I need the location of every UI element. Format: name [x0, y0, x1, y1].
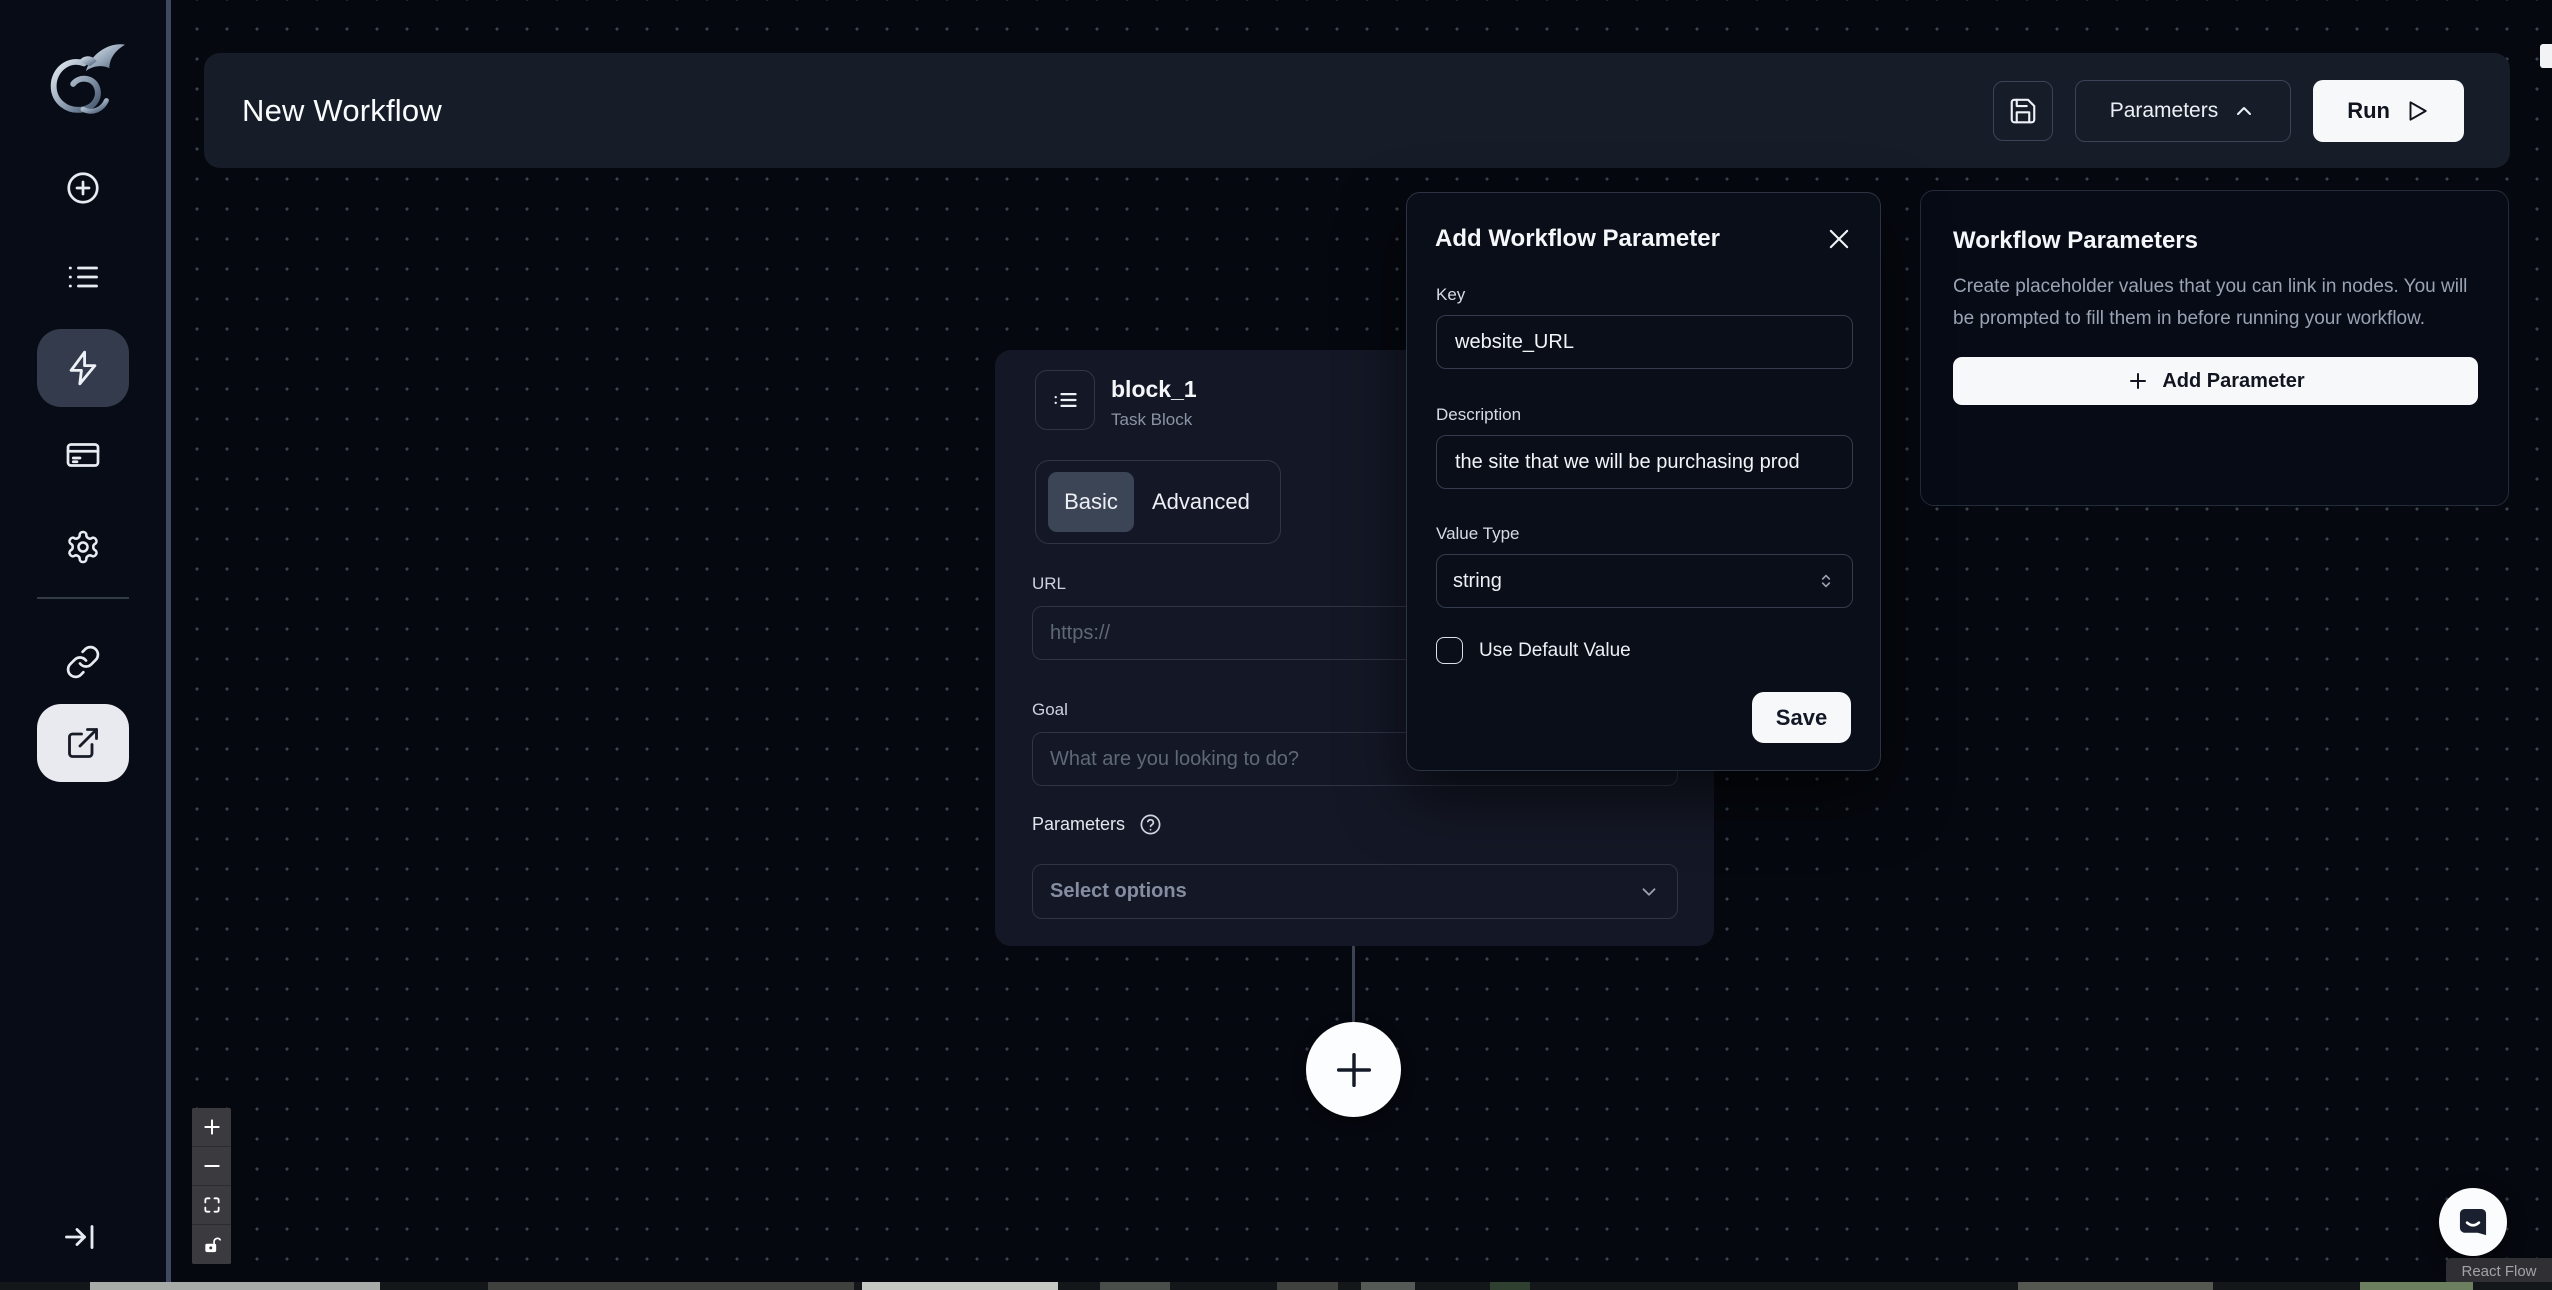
- tab-basic[interactable]: Basic: [1048, 472, 1134, 532]
- reactflow-attribution[interactable]: React Flow: [2446, 1258, 2552, 1284]
- canvas-controls: [192, 1108, 231, 1264]
- modal-title: Add Workflow Parameter: [1435, 225, 1720, 253]
- sidebar: [0, 0, 166, 1290]
- sidebar-edge-divider: [166, 0, 171, 1290]
- page-title: New Workflow: [242, 93, 442, 129]
- panel-title: Workflow Parameters: [1953, 227, 2476, 255]
- parameters-row: Parameters: [1032, 813, 1162, 836]
- sidebar-item-create[interactable]: [65, 170, 101, 206]
- workflow-parameters-panel: Workflow Parameters Create placeholder v…: [1920, 190, 2509, 506]
- tab-advanced[interactable]: Advanced: [1134, 472, 1268, 532]
- parameters-label: Parameters: [1032, 814, 1125, 835]
- node-edge: [1352, 944, 1355, 1024]
- block-tabs: Basic Advanced: [1035, 460, 1281, 544]
- add-parameter-button[interactable]: Add Parameter: [1953, 357, 2478, 405]
- gear-icon: [65, 529, 101, 565]
- key-label: Key: [1436, 285, 1465, 305]
- block-name: block_1: [1111, 376, 1197, 403]
- use-default-row: Use Default Value: [1436, 637, 1631, 664]
- block-type: Task Block: [1111, 410, 1192, 430]
- sidebar-item-share[interactable]: [37, 704, 129, 782]
- chevron-down-icon: [1638, 881, 1660, 903]
- chat-launcher[interactable]: [2439, 1188, 2507, 1256]
- save-icon: [2008, 96, 2038, 126]
- zoom-out-button[interactable]: [192, 1147, 231, 1186]
- bottom-edge-segment: [90, 1282, 380, 1290]
- plus-icon: [2126, 369, 2150, 393]
- skyvern-logo[interactable]: [32, 36, 132, 124]
- parameters-select-value: Select options: [1050, 880, 1187, 903]
- bottom-edge-segment: [1277, 1282, 1338, 1290]
- list-icon: [65, 259, 101, 295]
- sidebar-item-settings[interactable]: [65, 529, 101, 565]
- lightning-icon: [64, 349, 102, 387]
- bottom-edge-segment: [488, 1282, 854, 1290]
- parameters-button-label: Parameters: [2110, 99, 2219, 123]
- header-actions: Parameters Run: [1993, 53, 2464, 168]
- save-parameter-button[interactable]: Save: [1752, 692, 1851, 743]
- add-block-node[interactable]: [1306, 1022, 1401, 1117]
- screen-edge-artifact: [2540, 44, 2552, 68]
- description-label: Description: [1436, 405, 1521, 425]
- sidebar-item-workflows[interactable]: [37, 329, 129, 407]
- modal-close-button[interactable]: [1824, 225, 1854, 255]
- chat-bubble-icon: [2454, 1203, 2492, 1241]
- sidebar-item-billing[interactable]: [65, 437, 101, 473]
- plus-icon: [1331, 1047, 1377, 1093]
- use-default-label: Use Default Value: [1479, 640, 1631, 662]
- link-icon: [65, 644, 101, 680]
- window-bottom-edge: [0, 1282, 2552, 1290]
- description-input[interactable]: [1436, 435, 1853, 489]
- parameters-button[interactable]: Parameters: [2075, 80, 2292, 142]
- bottom-edge-segment: [1361, 1282, 1415, 1290]
- help-circle-icon[interactable]: [1139, 813, 1162, 836]
- run-button[interactable]: Run: [2313, 80, 2464, 142]
- key-input[interactable]: [1436, 315, 1853, 369]
- list-icon: [1051, 386, 1079, 414]
- lock-button[interactable]: [192, 1225, 231, 1264]
- plus-icon: [202, 1117, 222, 1137]
- use-default-checkbox[interactable]: [1436, 637, 1463, 664]
- value-type-select[interactable]: string: [1436, 554, 1853, 608]
- add-parameter-modal: Add Workflow Parameter Key Description V…: [1406, 192, 1881, 771]
- bottom-edge-segment: [2018, 1282, 2213, 1290]
- task-block-icon-tile: [1035, 370, 1095, 430]
- bottom-edge-segment: [2360, 1282, 2473, 1290]
- credit-card-icon: [65, 437, 101, 473]
- bottom-edge-segment: [1490, 1282, 1530, 1290]
- sidebar-item-integrations[interactable]: [65, 644, 101, 680]
- sidebar-item-tasks[interactable]: [65, 259, 101, 295]
- add-parameter-label: Add Parameter: [2162, 370, 2304, 393]
- value-type-label: Value Type: [1436, 524, 1520, 544]
- play-icon: [2404, 98, 2430, 124]
- chevrons-up-down-icon: [1816, 571, 1836, 591]
- url-label: URL: [1032, 574, 1066, 594]
- panel-description: Create placeholder values that you can l…: [1953, 271, 2479, 335]
- close-icon: [1825, 225, 1853, 253]
- bottom-edge-segment: [1100, 1282, 1170, 1290]
- workflow-header: New Workflow Parameters Run: [204, 53, 2510, 168]
- minus-icon: [202, 1156, 222, 1176]
- parameters-select[interactable]: Select options: [1032, 864, 1678, 919]
- dragon-logo-icon: [32, 36, 132, 124]
- zoom-in-button[interactable]: [192, 1108, 231, 1147]
- external-link-icon: [65, 725, 101, 761]
- arrow-to-line-icon: [62, 1219, 98, 1255]
- fit-view-icon: [202, 1195, 222, 1215]
- sidebar-collapse-button[interactable]: [62, 1219, 98, 1255]
- app-screen: New Workflow Parameters Run: [0, 0, 2552, 1290]
- chevron-up-icon: [2232, 99, 2256, 123]
- save-workflow-button[interactable]: [1993, 81, 2053, 141]
- value-type-value: string: [1453, 570, 1502, 593]
- sidebar-divider: [37, 597, 129, 599]
- unlock-icon: [202, 1235, 222, 1255]
- bottom-edge-segment: [862, 1282, 1058, 1290]
- run-button-label: Run: [2347, 98, 2390, 124]
- plus-circle-icon: [65, 170, 101, 206]
- fit-view-button[interactable]: [192, 1186, 231, 1225]
- goal-label: Goal: [1032, 700, 1068, 720]
